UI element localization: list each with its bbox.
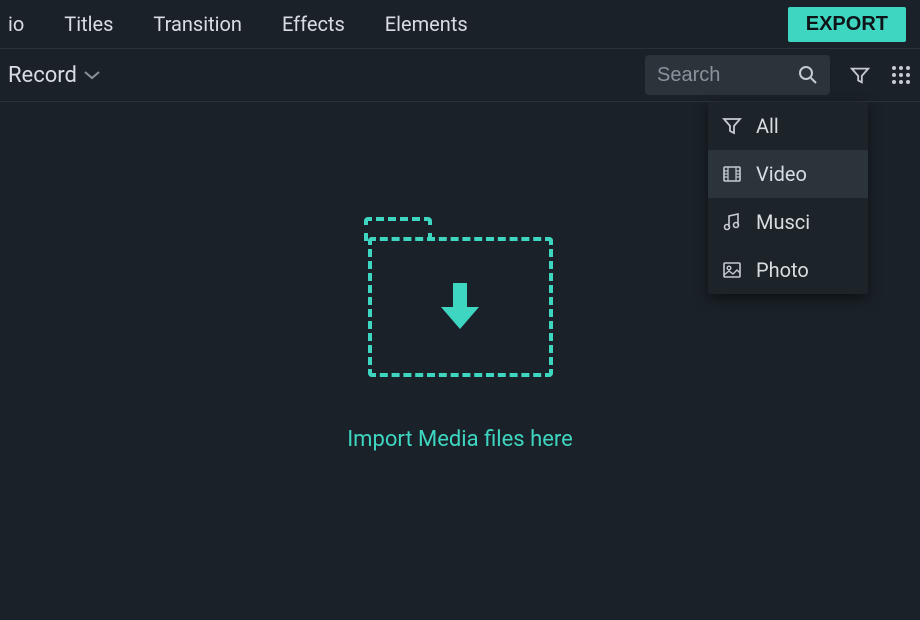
filter-item-label: Photo xyxy=(756,258,809,282)
chevron-down-icon xyxy=(83,68,101,82)
nav-item-elements[interactable]: Elements xyxy=(365,12,488,36)
filter-item-photo[interactable]: Photo xyxy=(708,246,868,294)
download-arrow-icon xyxy=(435,275,485,339)
import-dropzone[interactable] xyxy=(368,237,553,377)
toolbar: Record xyxy=(0,48,920,102)
record-label: Record xyxy=(8,63,77,88)
grid-icon xyxy=(890,64,912,86)
nav-item-transition[interactable]: Transition xyxy=(133,12,262,36)
record-dropdown[interactable]: Record xyxy=(8,63,101,88)
nav-item-audio[interactable]: io xyxy=(8,12,44,36)
filter-icon xyxy=(850,65,870,85)
search-box[interactable] xyxy=(645,55,830,95)
folder-outline-icon xyxy=(368,237,553,377)
export-button[interactable]: EXPORT xyxy=(788,7,906,42)
filter-item-video[interactable]: Video xyxy=(708,150,868,198)
view-grid-button[interactable] xyxy=(890,64,912,86)
filter-dropdown-menu: All Video Musci Photo xyxy=(708,102,868,294)
filter-item-label: Musci xyxy=(756,210,810,234)
search-input[interactable] xyxy=(657,64,798,87)
video-icon xyxy=(722,164,742,184)
search-icon[interactable] xyxy=(798,65,818,85)
filter-item-label: All xyxy=(756,114,779,138)
filter-button[interactable] xyxy=(850,65,870,85)
nav-item-effects[interactable]: Effects xyxy=(262,12,365,36)
filter-icon xyxy=(722,116,742,136)
filter-item-label: Video xyxy=(756,162,807,186)
filter-item-music[interactable]: Musci xyxy=(708,198,868,246)
photo-icon xyxy=(722,260,742,280)
filter-item-all[interactable]: All xyxy=(708,102,868,150)
top-nav: io Titles Transition Effects Elements EX… xyxy=(0,0,920,48)
music-icon xyxy=(722,212,742,232)
import-label: Import Media files here xyxy=(347,427,573,452)
nav-item-titles[interactable]: Titles xyxy=(44,12,133,36)
